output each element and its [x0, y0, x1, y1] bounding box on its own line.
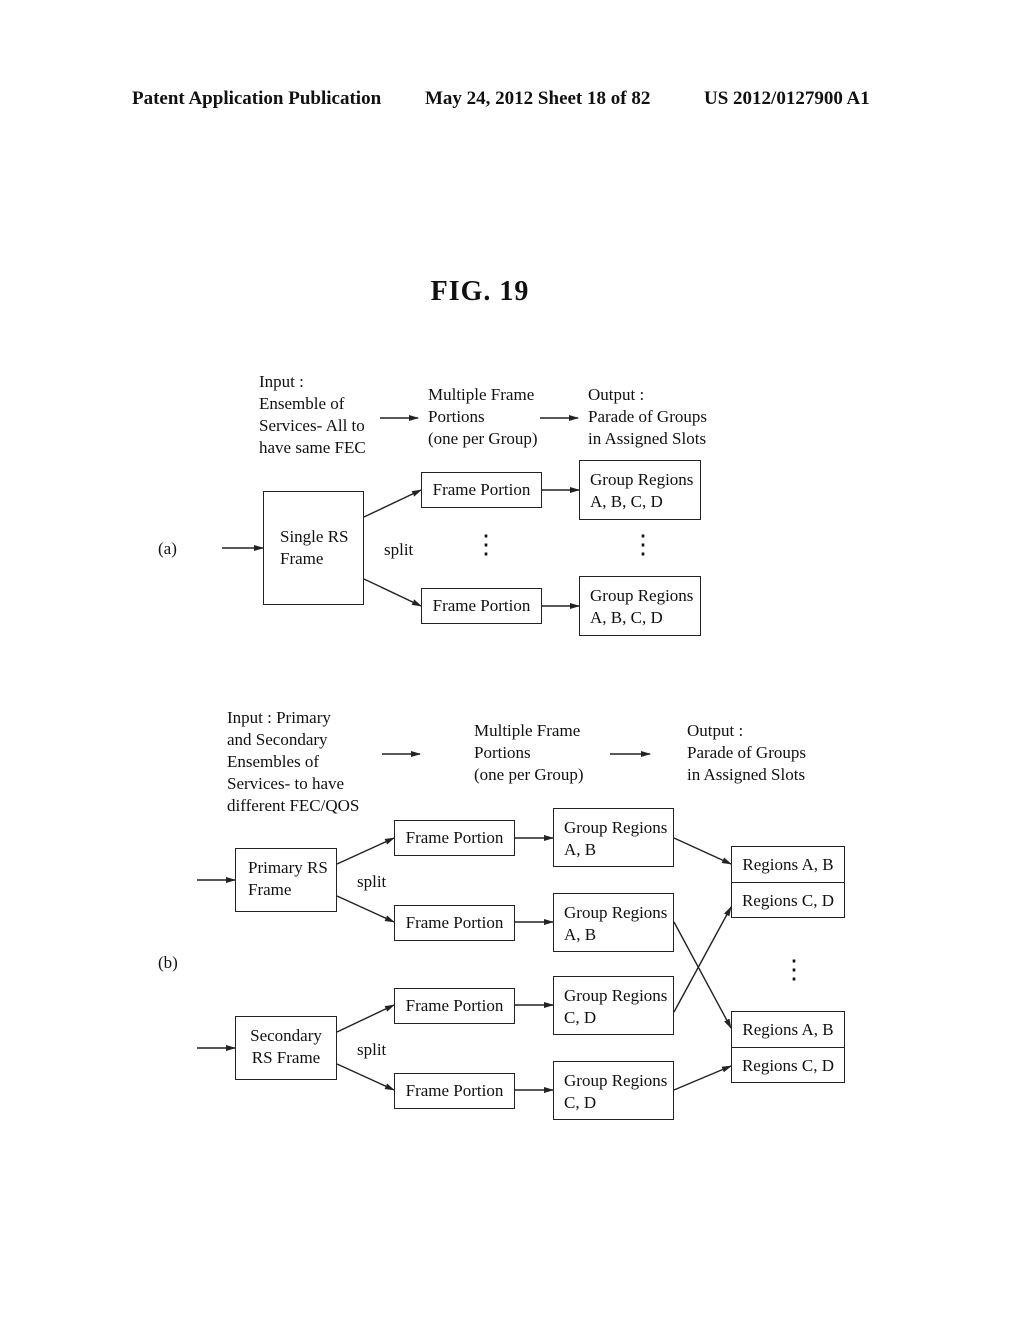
part-a-middle-description: Multiple Frame Portions (one per Group) — [428, 385, 538, 448]
part-b-label: (b) — [158, 953, 178, 972]
single-rs-frame-box: Single RS Frame — [263, 491, 364, 605]
part-a-label: (a) — [158, 539, 177, 558]
part-a-group-regions-2: Group Regions A, B, C, D — [579, 576, 701, 636]
arrow-b-split-1a — [336, 837, 395, 865]
frame-portion-label: Frame Portion — [405, 996, 504, 1015]
arrow-a-split-2 — [363, 578, 422, 607]
arrow-b-gr2-slot2 — [673, 921, 732, 1029]
part-b-middle-description: Multiple Frame Portions (one per Group) — [474, 721, 584, 784]
group-regions-label: Group Regions C, D — [564, 986, 668, 1027]
frame-portion-label: Frame Portion — [405, 828, 504, 847]
single-rs-frame-label: Single RS Frame — [280, 527, 349, 568]
group-regions-label: Group Regions A, B, C, D — [590, 586, 694, 627]
part-b-group-regions-2: Group Regions A, B — [553, 893, 674, 952]
slot-2-regions-ab: Regions A, B — [732, 1012, 844, 1048]
arrow-b-split-2a — [336, 1004, 395, 1033]
part-a-split-label: split — [384, 540, 414, 559]
part-a-frame-portion-2: Frame Portion — [421, 588, 542, 624]
slot-group-1: Regions A, B Regions C, D — [731, 846, 845, 918]
slot-1-regions-cd: Regions C, D — [732, 883, 844, 918]
arrow-b-gr4-slot2 — [673, 1065, 732, 1091]
frame-portion-label: Frame Portion — [405, 913, 504, 932]
part-b-split-label-2: split — [357, 1040, 387, 1059]
group-regions-label: Group Regions A, B — [564, 818, 668, 859]
secondary-rs-frame-label: Secondary RS Frame — [250, 1026, 322, 1067]
slot-group-2: Regions A, B Regions C, D — [731, 1011, 845, 1083]
slot-2-regions-cd: Regions C, D — [732, 1048, 844, 1083]
frame-portion-label: Frame Portion — [432, 596, 531, 615]
connector-lines — [197, 415, 732, 1093]
arrow-b-gr3-slot1 — [673, 906, 732, 1013]
slot-label: Regions C, D — [741, 890, 835, 910]
arrow-a-split-1 — [363, 489, 422, 518]
part-b-frame-portion-2: Frame Portion — [394, 905, 515, 941]
slot-label: Regions A, B — [742, 854, 834, 874]
slot-1-regions-ab: Regions A, B — [732, 847, 844, 883]
group-regions-label: Group Regions A, B, C, D — [590, 470, 694, 511]
slot-label: Regions A, B — [742, 1019, 834, 1039]
part-a-input-description: Input : Ensemble of Services- All to hav… — [259, 372, 366, 457]
part-b-group-regions-1: Group Regions A, B — [553, 808, 674, 867]
primary-rs-frame-label: Primary RS Frame — [248, 858, 328, 899]
part-b-frame-portion-3: Frame Portion — [394, 988, 515, 1024]
group-regions-label: Group Regions C, D — [564, 1071, 668, 1112]
frame-portion-label: Frame Portion — [405, 1081, 504, 1100]
frame-portion-label: Frame Portion — [432, 480, 531, 499]
arrow-b-gr1-slot1 — [673, 837, 732, 865]
primary-rs-frame-box: Primary RS Frame — [235, 848, 337, 912]
part-a-ellipsis-1: ⋮ — [473, 530, 499, 559]
group-regions-label: Group Regions A, B — [564, 903, 668, 944]
part-a-frame-portion-1: Frame Portion — [421, 472, 542, 508]
part-b-slot-ellipsis: ⋮ — [781, 955, 807, 984]
part-a-output-description: Output : Parade of Groups in Assigned Sl… — [588, 385, 707, 448]
part-b-input-description: Input : Primary and Secondary Ensembles … — [227, 708, 360, 815]
secondary-rs-frame-box: Secondary RS Frame — [235, 1016, 337, 1080]
part-b-frame-portion-1: Frame Portion — [394, 820, 515, 856]
part-b-group-regions-3: Group Regions C, D — [553, 976, 674, 1035]
part-b-output-description: Output : Parade of Groups in Assigned Sl… — [687, 721, 806, 784]
arrow-b-split-2b — [336, 1063, 395, 1091]
part-a-group-regions-1: Group Regions A, B, C, D — [579, 460, 701, 520]
part-a-ellipsis-2: ⋮ — [630, 530, 656, 559]
slot-label: Regions C, D — [741, 1055, 835, 1075]
part-b-frame-portion-4: Frame Portion — [394, 1073, 515, 1109]
part-b-split-label-1: split — [357, 872, 387, 891]
arrow-b-split-1b — [336, 895, 395, 923]
part-b-group-regions-4: Group Regions C, D — [553, 1061, 674, 1120]
